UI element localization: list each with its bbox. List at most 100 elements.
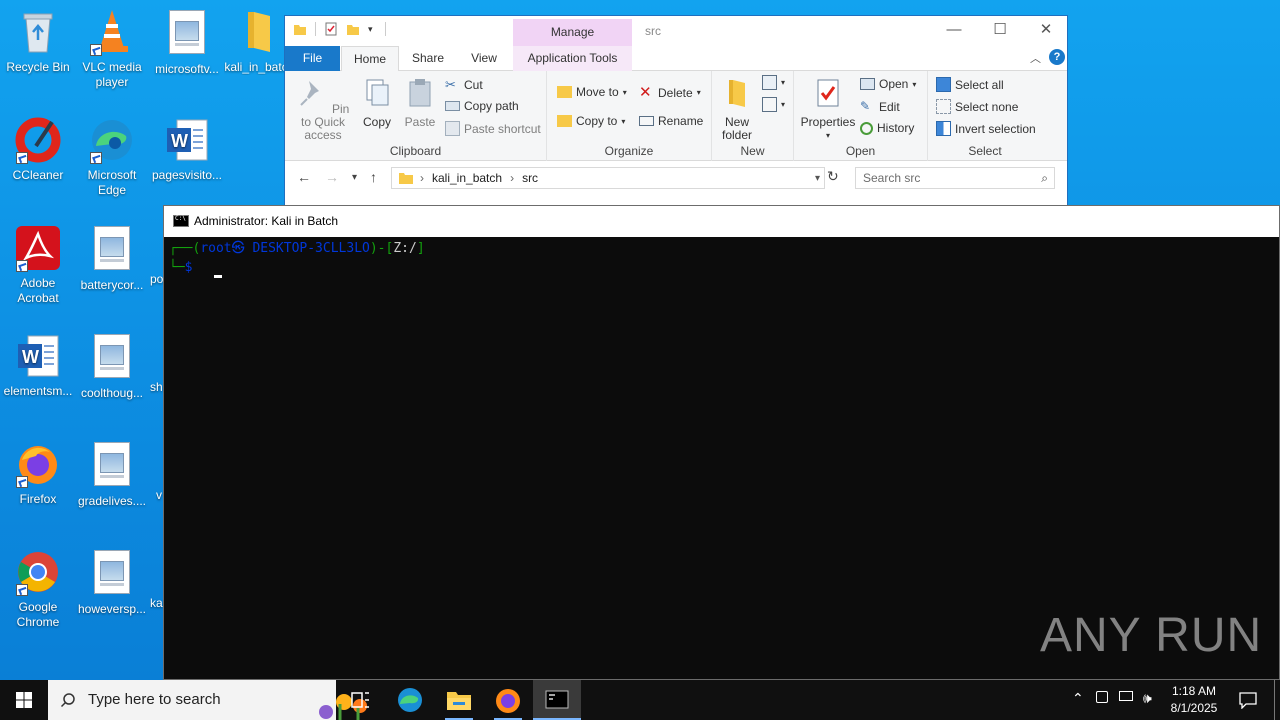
show-desktop-button[interactable] bbox=[1274, 680, 1275, 720]
breadcrumb-src[interactable]: src bbox=[522, 171, 538, 185]
desktop-icon-coolthoug[interactable]: coolthoug... bbox=[74, 332, 150, 401]
taskbar-console[interactable] bbox=[533, 680, 581, 720]
image-file-icon bbox=[163, 10, 211, 58]
search-input[interactable]: Search src ⌕ bbox=[855, 167, 1055, 189]
taskbar-search-box[interactable]: Type here to search bbox=[48, 680, 367, 720]
image-file-icon bbox=[88, 334, 136, 382]
tab-share[interactable]: Share bbox=[403, 46, 453, 71]
select-all-button[interactable]: Select all bbox=[936, 77, 1004, 92]
forward-arrow-icon[interactable]: → bbox=[325, 169, 339, 185]
copy-to-button[interactable]: Copy to ▾ bbox=[557, 114, 625, 128]
minimize-button[interactable]: — bbox=[931, 16, 977, 46]
properties-button[interactable]: Properties ▾ bbox=[800, 77, 856, 142]
new-item-button[interactable]: ▾ bbox=[762, 75, 785, 90]
tab-manage[interactable]: Manage bbox=[513, 19, 632, 46]
breadcrumb-kali-in-batch[interactable]: kali_in_batch bbox=[432, 171, 502, 185]
open-button[interactable]: Open ▾ bbox=[860, 77, 916, 91]
back-arrow-icon[interactable]: ← bbox=[297, 169, 311, 185]
desktop-icon-howeversp[interactable]: howeversp... bbox=[74, 548, 150, 617]
recent-locations-chevron-icon[interactable]: ▾ bbox=[352, 172, 357, 183]
select-none-button[interactable]: Select none bbox=[936, 99, 1018, 114]
clipboard-group-label: Clipboard bbox=[389, 144, 442, 158]
svg-text:W: W bbox=[22, 347, 39, 367]
taskbar-edge[interactable] bbox=[386, 680, 434, 720]
file-explorer-icon bbox=[447, 692, 471, 710]
meet-now-icon[interactable] bbox=[1092, 680, 1114, 720]
address-row: ← → ▾ ↑ › kali_in_batch › src ▾ ↻ Search… bbox=[285, 163, 1067, 193]
console-title-bar[interactable]: Administrator: Kali in Batch bbox=[164, 206, 1279, 237]
copy-to-icon bbox=[557, 115, 572, 127]
quick-access-toolbar: ▾ bbox=[293, 22, 386, 36]
notification-icon bbox=[1239, 692, 1257, 709]
search-icon: ⌕ bbox=[1041, 171, 1048, 185]
text-cursor bbox=[214, 275, 223, 278]
collapse-ribbon-icon[interactable]: ︿ bbox=[1030, 50, 1041, 66]
select-none-icon bbox=[936, 99, 951, 114]
recycle-bin-icon bbox=[14, 8, 62, 56]
task-view-icon bbox=[351, 692, 369, 708]
easy-access-button[interactable]: ▾ bbox=[762, 97, 785, 112]
desktop-icon-batterycor[interactable]: batterycor... bbox=[74, 224, 150, 293]
taskbar-file-explorer[interactable] bbox=[435, 680, 483, 720]
new-group-label: New bbox=[740, 144, 765, 158]
maximize-button[interactable]: ☐ bbox=[977, 16, 1023, 46]
volume-icon[interactable]: 🕪 bbox=[1140, 680, 1162, 720]
tab-home[interactable]: Home bbox=[341, 46, 399, 72]
start-button[interactable] bbox=[0, 680, 48, 720]
up-arrow-icon[interactable]: ↑ bbox=[370, 169, 377, 185]
image-file-icon bbox=[88, 442, 136, 490]
taskbar-firefox[interactable] bbox=[484, 680, 532, 720]
notifications-button[interactable] bbox=[1236, 680, 1262, 720]
desktop-icon-microsoftv[interactable]: microsoftv... bbox=[149, 8, 225, 77]
desktop-icon-recycle-bin[interactable]: Recycle Bin bbox=[0, 8, 76, 75]
network-icon[interactable] bbox=[1116, 680, 1138, 720]
anyrun-watermark: ANY RUN bbox=[1040, 609, 1263, 662]
rename-icon bbox=[639, 116, 654, 126]
desktop-icon-kali-in-batch[interactable]: kali_in_batc bbox=[224, 8, 288, 75]
desktop-icon-ccleaner[interactable]: CCleaner bbox=[0, 116, 76, 183]
copy-button[interactable]: Copy bbox=[357, 77, 397, 129]
desktop-icon-adobe-acrobat[interactable]: Adobe Acrobat bbox=[0, 224, 76, 306]
refresh-icon[interactable]: ↻ bbox=[827, 168, 839, 185]
cut-button[interactable]: ✂ Cut bbox=[445, 77, 483, 92]
clock-date: 8/1/2025 bbox=[1170, 701, 1218, 715]
edit-button[interactable]: ✎ Edit bbox=[860, 99, 900, 114]
new-item-icon bbox=[762, 75, 777, 90]
help-icon[interactable]: ? bbox=[1049, 49, 1065, 65]
close-button[interactable]: ✕ bbox=[1023, 16, 1069, 46]
history-button[interactable]: History bbox=[860, 121, 914, 135]
pin-to-quick-access-button[interactable]: Pin to Quick access bbox=[291, 77, 355, 142]
desktop-icon-firefox[interactable]: Firefox bbox=[0, 440, 76, 507]
desktop-icon-microsoft-edge[interactable]: Microsoft Edge bbox=[74, 116, 150, 198]
desktop-icon-pagesvisito[interactable]: W pagesvisito... bbox=[149, 116, 225, 183]
history-clock-icon bbox=[860, 121, 873, 135]
tab-file[interactable]: File bbox=[285, 46, 340, 71]
chevron-down-icon[interactable]: ▾ bbox=[368, 24, 373, 35]
tab-view[interactable]: View bbox=[459, 46, 509, 71]
delete-button[interactable]: ✕ Delete ▾ bbox=[639, 85, 701, 100]
invert-selection-button[interactable]: Invert selection bbox=[936, 121, 1036, 136]
address-dropdown-chevron-icon[interactable]: ▾ bbox=[815, 173, 820, 184]
console-output[interactable]: ┌──(root㉿ DESKTOP-3CLL3LO)-[Z:/] └─$ bbox=[164, 237, 1279, 280]
copy-path-button[interactable]: Copy path bbox=[445, 99, 519, 113]
properties-icon[interactable] bbox=[324, 22, 338, 36]
chevron-down-icon: ▾ bbox=[622, 87, 627, 97]
select-group-label: Select bbox=[968, 144, 1002, 158]
taskbar-clock[interactable]: 1:18 AM 8/1/2025 bbox=[1163, 683, 1225, 717]
task-view-button[interactable] bbox=[336, 680, 384, 720]
rename-button[interactable]: Rename bbox=[639, 114, 703, 128]
ccleaner-icon bbox=[14, 116, 62, 164]
new-folder-button[interactable]: New folder bbox=[716, 77, 758, 142]
desktop-icon-vlc[interactable]: VLC media player bbox=[74, 8, 150, 90]
desktop-icon-gradelives[interactable]: gradelives.... bbox=[74, 440, 150, 509]
address-bar[interactable]: › kali_in_batch › src ▾ bbox=[391, 167, 825, 189]
paste-button[interactable]: Paste bbox=[399, 77, 441, 129]
new-folder-icon[interactable] bbox=[346, 22, 360, 36]
show-hidden-icons-button[interactable]: ⌃ bbox=[1068, 680, 1090, 720]
paste-shortcut-button[interactable]: Paste shortcut bbox=[445, 121, 541, 136]
move-to-button[interactable]: Move to ▾ bbox=[557, 85, 627, 99]
edge-icon bbox=[398, 688, 422, 712]
desktop-icon-elementsm[interactable]: W elementsm... bbox=[0, 332, 76, 399]
desktop-icon-google-chrome[interactable]: Google Chrome bbox=[0, 548, 76, 630]
tab-application-tools[interactable]: Application Tools bbox=[513, 46, 632, 71]
